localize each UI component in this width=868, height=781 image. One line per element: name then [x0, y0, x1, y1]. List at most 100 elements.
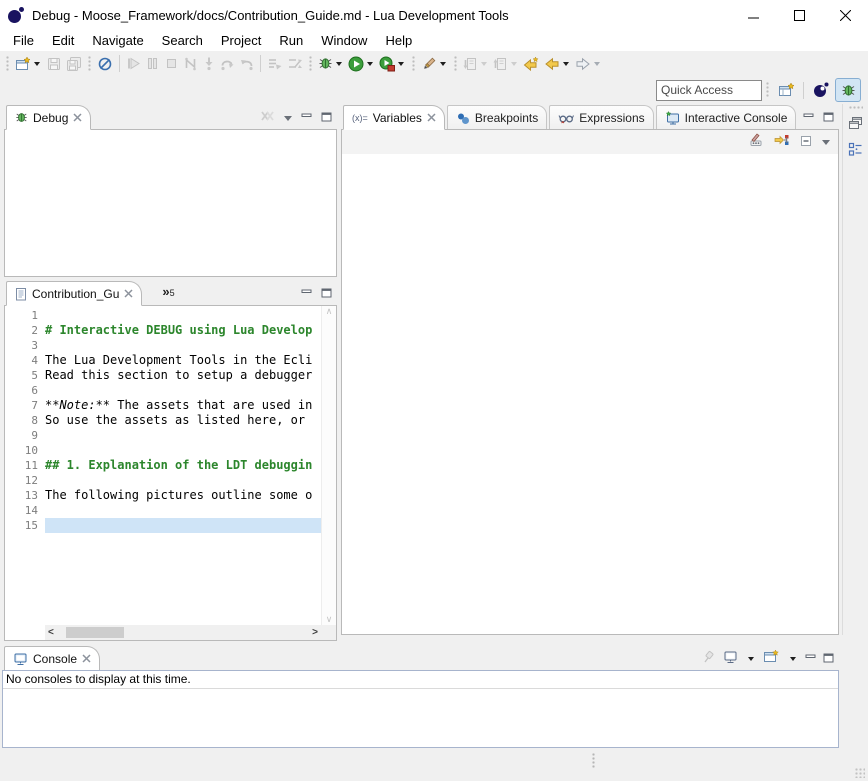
menu-run[interactable]: Run	[270, 31, 312, 50]
expressions-tab-label: Expressions	[579, 111, 644, 125]
coverage-dropdown-arrow[interactable]	[398, 62, 404, 66]
horizontal-scroll-thumb[interactable]	[66, 627, 124, 638]
minimize-debug-view-button[interactable]	[301, 109, 312, 127]
debug-view-content[interactable]	[4, 130, 337, 277]
close-window-button[interactable]	[822, 0, 868, 30]
pin-console-button[interactable]	[702, 650, 716, 669]
step-into-selection-button[interactable]	[285, 52, 305, 76]
scroll-left-icon[interactable]: <	[48, 628, 54, 638]
close-console-tab-button[interactable]	[82, 654, 91, 663]
resume-button[interactable]	[124, 52, 143, 76]
forward-arrow-icon	[575, 56, 591, 72]
editor-vertical-scrollbar[interactable]: ∧ ∨	[321, 306, 336, 625]
skip-all-breakpoints-button[interactable]	[95, 52, 115, 76]
forward-button[interactable]	[573, 52, 604, 76]
editor-tab-contribution-guide[interactable]: Contribution_Gu	[6, 281, 142, 306]
next-annotation-icon	[463, 56, 478, 72]
new-dropdown-arrow[interactable]	[34, 62, 40, 66]
disconnect-button[interactable]	[181, 52, 200, 76]
debug-button[interactable]	[316, 52, 346, 76]
menu-navigate[interactable]: Navigate	[83, 31, 152, 50]
external-tools-button[interactable]	[419, 52, 450, 76]
save-button[interactable]	[44, 52, 64, 76]
close-icon	[73, 113, 82, 122]
editor-horizontal-scrollbar[interactable]: < >	[45, 625, 321, 640]
close-variables-tab-button[interactable]	[427, 113, 436, 122]
stop-icon	[164, 56, 179, 71]
outline-view-button[interactable]	[848, 142, 863, 162]
close-editor-tab-button[interactable]	[124, 289, 133, 298]
quick-access-input[interactable]	[656, 80, 762, 101]
show-logical-structure-button[interactable]	[774, 133, 790, 152]
minimize-console-button[interactable]	[805, 650, 816, 668]
terminate-button[interactable]	[162, 52, 181, 76]
open-console-button[interactable]	[763, 649, 780, 669]
console-tab[interactable]: Console	[4, 646, 100, 670]
minimize-window-button[interactable]	[730, 0, 776, 30]
step-return-button[interactable]	[237, 52, 256, 76]
debug-perspective-button[interactable]	[835, 78, 861, 102]
back-button[interactable]	[542, 52, 573, 76]
tab-variables[interactable]: (x)= Variables	[343, 105, 445, 130]
scroll-right-icon[interactable]: >	[312, 628, 318, 638]
maximize-editor-button[interactable]	[321, 285, 332, 303]
hidden-editors-chevron[interactable]: »5	[162, 284, 174, 299]
menu-edit[interactable]: Edit	[43, 31, 83, 50]
collapse-all-button[interactable]	[799, 133, 813, 152]
external-tools-dropdown-arrow[interactable]	[440, 62, 446, 66]
use-step-filters-button[interactable]	[265, 52, 285, 76]
code-editor-area[interactable]: # Interactive DEBUG using Lua Develop Th…	[45, 306, 321, 625]
display-console-dropdown-arrow[interactable]	[748, 657, 754, 661]
last-edit-location-button[interactable]	[521, 52, 542, 76]
minimize-variables-button[interactable]	[803, 109, 814, 127]
maximize-variables-button[interactable]	[823, 109, 834, 127]
show-type-names-button[interactable]	[749, 133, 765, 152]
remove-terminated-launches-button[interactable]	[260, 109, 275, 127]
tab-interactive-console[interactable]: Interactive Console	[656, 105, 797, 129]
close-debug-view-button[interactable]	[73, 113, 82, 122]
new-button[interactable]	[13, 52, 44, 76]
run-dropdown-arrow[interactable]	[367, 62, 373, 66]
menu-search[interactable]: Search	[153, 31, 212, 50]
next-annotation-button[interactable]	[461, 52, 491, 76]
lua-perspective-button[interactable]	[809, 79, 833, 101]
tab-expressions[interactable]: Expressions	[549, 105, 653, 129]
debug-view-tab[interactable]: Debug	[6, 105, 91, 130]
line-number-gutter[interactable]: 123456789101112131415	[5, 306, 43, 625]
run-button[interactable]	[346, 52, 377, 76]
forward-dropdown-arrow[interactable]	[594, 62, 600, 66]
scroll-down-icon[interactable]: ∨	[326, 615, 333, 624]
debug-view-menu-button[interactable]	[284, 116, 292, 121]
window-resize-grip[interactable]	[855, 768, 865, 778]
suspend-button[interactable]	[143, 52, 162, 76]
coverage-button[interactable]	[377, 52, 408, 76]
maximize-debug-view-button[interactable]	[321, 109, 332, 127]
open-perspective-button[interactable]	[774, 79, 798, 101]
menu-file[interactable]: File	[4, 31, 43, 50]
next-annotation-dropdown-arrow[interactable]	[481, 62, 487, 66]
tab-breakpoints[interactable]: Breakpoints	[447, 105, 547, 129]
menu-window[interactable]: Window	[312, 31, 376, 50]
step-over-button[interactable]	[218, 52, 237, 76]
back-dropdown-arrow[interactable]	[563, 62, 569, 66]
open-console-dropdown-arrow[interactable]	[790, 657, 796, 661]
statusbar-drag-handle[interactable]	[592, 753, 595, 769]
scroll-up-icon[interactable]: ∧	[326, 307, 333, 316]
restore-view-button[interactable]	[848, 116, 863, 135]
variables-view-menu-button[interactable]	[822, 140, 830, 145]
maximize-console-button[interactable]	[823, 650, 834, 668]
previous-annotation-dropdown-arrow[interactable]	[511, 62, 517, 66]
code-line-selected	[45, 518, 321, 533]
minimize-editor-button[interactable]	[301, 285, 312, 303]
maximize-window-button[interactable]	[776, 0, 822, 30]
display-selected-console-button[interactable]	[723, 650, 738, 669]
previous-annotation-button[interactable]	[491, 52, 521, 76]
debug-dropdown-arrow[interactable]	[336, 62, 342, 66]
trim-drag-handle[interactable]	[849, 106, 863, 109]
step-into-button[interactable]	[200, 52, 218, 76]
save-all-button[interactable]	[64, 52, 84, 76]
coverage-icon	[379, 56, 395, 72]
crossed-arrows-icon	[287, 56, 303, 71]
menu-project[interactable]: Project	[212, 31, 270, 50]
menu-help[interactable]: Help	[376, 31, 421, 50]
